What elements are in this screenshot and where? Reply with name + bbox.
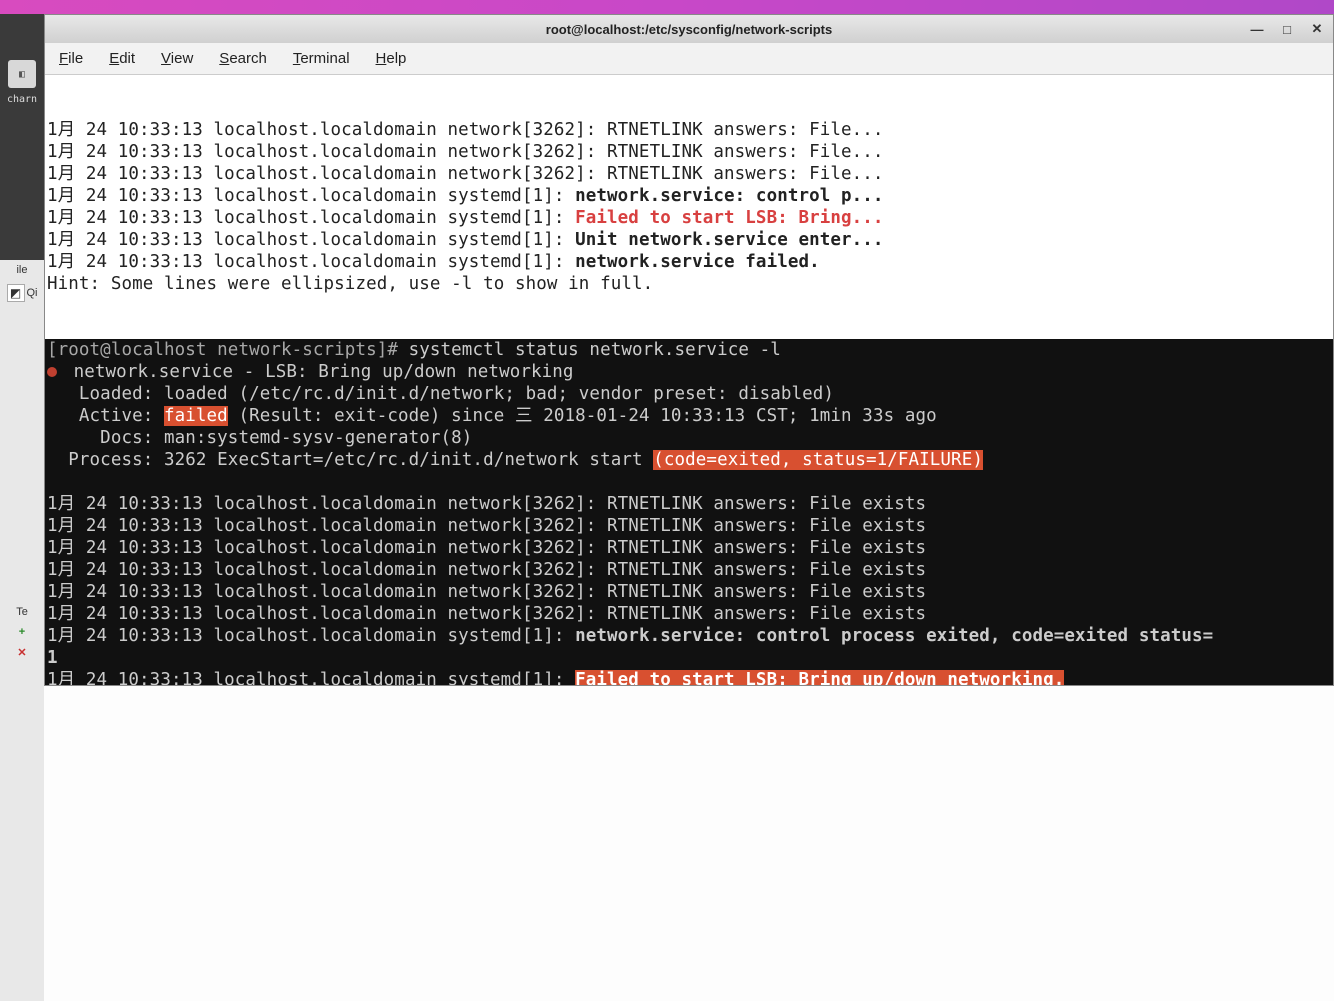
empty-area-below [44,686,1334,1001]
desktop-wallpaper [0,0,1334,14]
menu-edit[interactable]: Edit [109,50,135,67]
menu-terminal[interactable]: Terminal [293,50,350,67]
log-output-top: 1月 24 10:33:13 localhost.localdomain net… [45,119,1333,295]
bg-label-ile: ile [16,264,27,276]
menu-view[interactable]: View [161,50,193,67]
bg-label-qi: Qi [27,287,38,299]
maximize-button[interactable]: □ [1277,19,1297,39]
background-app-sidepanel: ile ◩Qi Te + ✕ [0,260,44,1001]
bg-label-te: Te [16,606,28,618]
menubar: File Edit View Search Terminal Help [45,43,1333,75]
terminal-content[interactable]: 1月 24 10:33:13 localhost.localdomain net… [45,75,1333,685]
add-icon[interactable]: + [19,626,25,638]
menu-file[interactable]: File [59,50,83,67]
desktop-app-label: charn [7,94,37,105]
desktop-icons: ◧ charn [0,60,44,105]
menu-help[interactable]: Help [376,50,407,67]
terminal-window: root@localhost:/etc/sysconfig/network-sc… [44,14,1334,686]
desktop-app-icon[interactable]: ◧ [8,60,36,88]
close-button[interactable]: ✕ [1307,19,1327,39]
bg-qi-icon[interactable]: ◩ [7,284,25,302]
menu-search[interactable]: Search [219,50,267,67]
window-title: root@localhost:/etc/sysconfig/network-sc… [546,22,832,37]
minimize-button[interactable]: — [1247,19,1267,39]
status-output: [root@localhost network-scripts]# system… [45,339,1333,685]
remove-icon[interactable]: ✕ [17,646,26,659]
window-titlebar[interactable]: root@localhost:/etc/sysconfig/network-sc… [45,15,1333,43]
